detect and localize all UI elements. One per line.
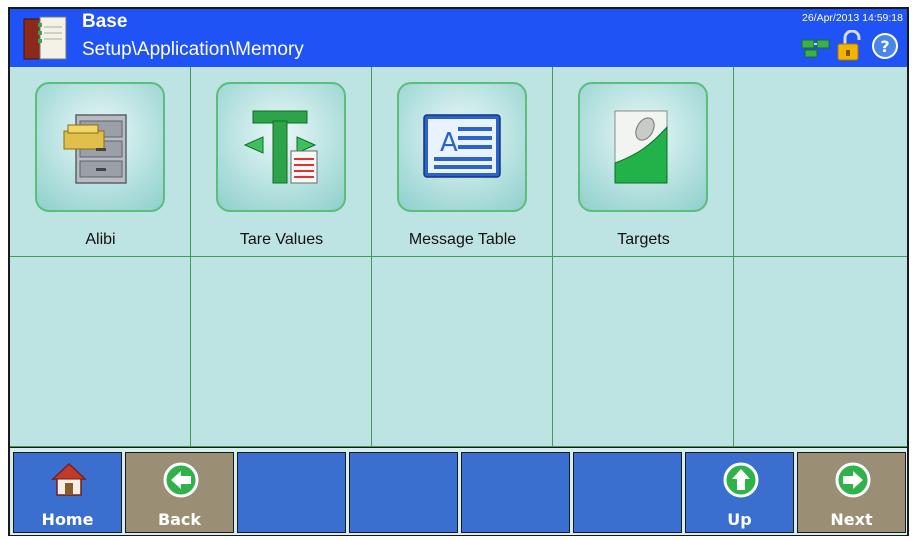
file-cabinet-icon [63,114,127,184]
softkey-bar: Home Back Up Next [10,447,907,535]
terminal-screen: Base Setup\Application\Memory 26/Apr/201… [8,7,909,536]
tare-values-label: Tare Values [239,231,324,248]
grid-cell-empty [734,67,907,257]
arrow-up-icon [723,462,759,498]
grid-cell-empty [372,257,553,447]
message-table-icon: A [423,114,501,178]
home-button[interactable]: Home [13,452,122,533]
tare-values-button[interactable] [216,82,346,212]
grid-cell-empty [553,257,734,447]
softkey-empty[interactable] [237,452,346,533]
targets-button[interactable] [578,82,708,212]
arrow-left-icon [163,462,199,498]
home-icon [51,462,87,496]
breadcrumb: Setup\Application\Memory [82,39,304,60]
help-icon[interactable]: ? [871,32,899,60]
softkey-empty[interactable] [573,452,682,533]
next-button[interactable]: Next [797,452,906,533]
svg-text:?: ? [880,37,889,56]
targets-icon [614,110,668,184]
grid-cell-empty [191,257,372,447]
alibi-label: Alibi [85,231,116,248]
targets-label: Targets [617,231,670,248]
back-button[interactable]: Back [125,452,234,533]
up-button[interactable]: Up [685,452,794,533]
softkey-empty[interactable] [349,452,458,533]
next-button-label: Next [830,510,873,529]
alibi-button[interactable] [35,82,165,212]
up-button-label: Up [727,510,752,529]
grid-cell-message-table[interactable]: A Message Table [372,67,553,257]
grid-cell-empty [10,257,191,447]
status-icons: ? [801,30,901,62]
grid-cell-alibi[interactable]: Alibi [10,67,191,257]
message-table-label: Message Table [408,231,517,248]
home-button-label: Home [41,510,94,529]
tare-values-icon [243,110,318,184]
page-title: Base [82,11,128,32]
menu-grid: Alibi Tare Values A Message Table Target… [10,67,907,447]
grid-cell-targets[interactable]: Targets [553,67,734,257]
grid-cell-tare-values[interactable]: Tare Values [191,67,372,257]
grid-cell-empty [734,257,907,447]
softkey-empty[interactable] [461,452,570,533]
header-bar: Base Setup\Application\Memory 26/Apr/201… [10,9,907,67]
padlock-unlocked-icon[interactable] [835,30,867,62]
book-icon [23,16,67,60]
svg-text:A: A [440,128,458,158]
back-button-label: Back [157,510,202,529]
arrow-right-icon [835,462,871,498]
datetime: 26/Apr/2013 14:59:18 [801,12,903,24]
network-icon [801,39,830,58]
message-table-button[interactable]: A [397,82,527,212]
